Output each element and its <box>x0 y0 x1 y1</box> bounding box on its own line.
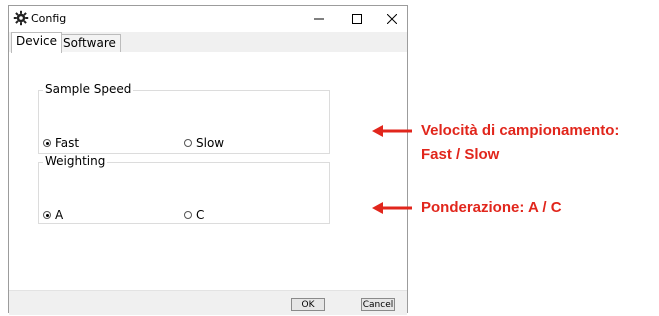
config-window: Config Device Software Sample Speed Fast <box>8 5 408 315</box>
radio-a[interactable]: A <box>43 208 63 222</box>
radio-selected-icon <box>43 211 51 219</box>
minimize-icon <box>314 14 324 24</box>
radio-c[interactable]: C <box>184 208 204 222</box>
gear-icon <box>13 10 29 26</box>
radio-unselected-icon <box>184 139 192 147</box>
radio-fast[interactable]: Fast <box>43 136 79 150</box>
radio-selected-icon <box>43 139 51 147</box>
annotation-weighting: Ponderazione: A / C <box>421 196 562 220</box>
radio-c-label: C <box>196 208 205 222</box>
radio-fast-label: Fast <box>55 136 80 150</box>
close-button[interactable] <box>373 6 411 32</box>
tab-software[interactable]: Software <box>58 34 121 52</box>
arrow-left-icon <box>372 202 412 214</box>
annotation-sample-speed: Velocità di campionamento: Fast / Slow <box>421 119 619 167</box>
weighting-group: Weighting A C <box>38 154 330 224</box>
cancel-button[interactable]: Cancel <box>361 298 395 311</box>
tab-device[interactable]: Device <box>11 32 63 53</box>
sample-speed-group-title: Sample Speed <box>43 82 134 96</box>
tab-strip: Device Software <box>9 32 407 53</box>
device-tab-panel: Sample Speed Fast Slow Weighting A C <box>9 52 407 290</box>
minimize-button[interactable] <box>300 6 338 32</box>
radio-slow-label: Slow <box>196 136 225 150</box>
maximize-button[interactable] <box>338 6 376 32</box>
radio-slow[interactable]: Slow <box>184 136 224 150</box>
arrow-left-icon <box>372 125 412 137</box>
weighting-group-title: Weighting <box>43 154 108 168</box>
radio-a-label: A <box>55 208 64 222</box>
title-bar: Config <box>9 6 407 32</box>
ok-button[interactable]: OK <box>291 298 325 311</box>
annotation-weighting-line1: Ponderazione: A / C <box>421 199 562 216</box>
window-title: Config <box>31 12 67 25</box>
annotation-sample-speed-line1: Velocità di campionamento: <box>421 122 620 139</box>
maximize-icon <box>352 14 362 24</box>
radio-unselected-icon <box>184 211 192 219</box>
dialog-footer: OK Cancel <box>9 290 407 315</box>
annotation-sample-speed-line2: Fast / Slow <box>421 146 500 163</box>
sample-speed-group: Sample Speed Fast Slow <box>38 82 330 154</box>
close-icon <box>387 14 397 24</box>
